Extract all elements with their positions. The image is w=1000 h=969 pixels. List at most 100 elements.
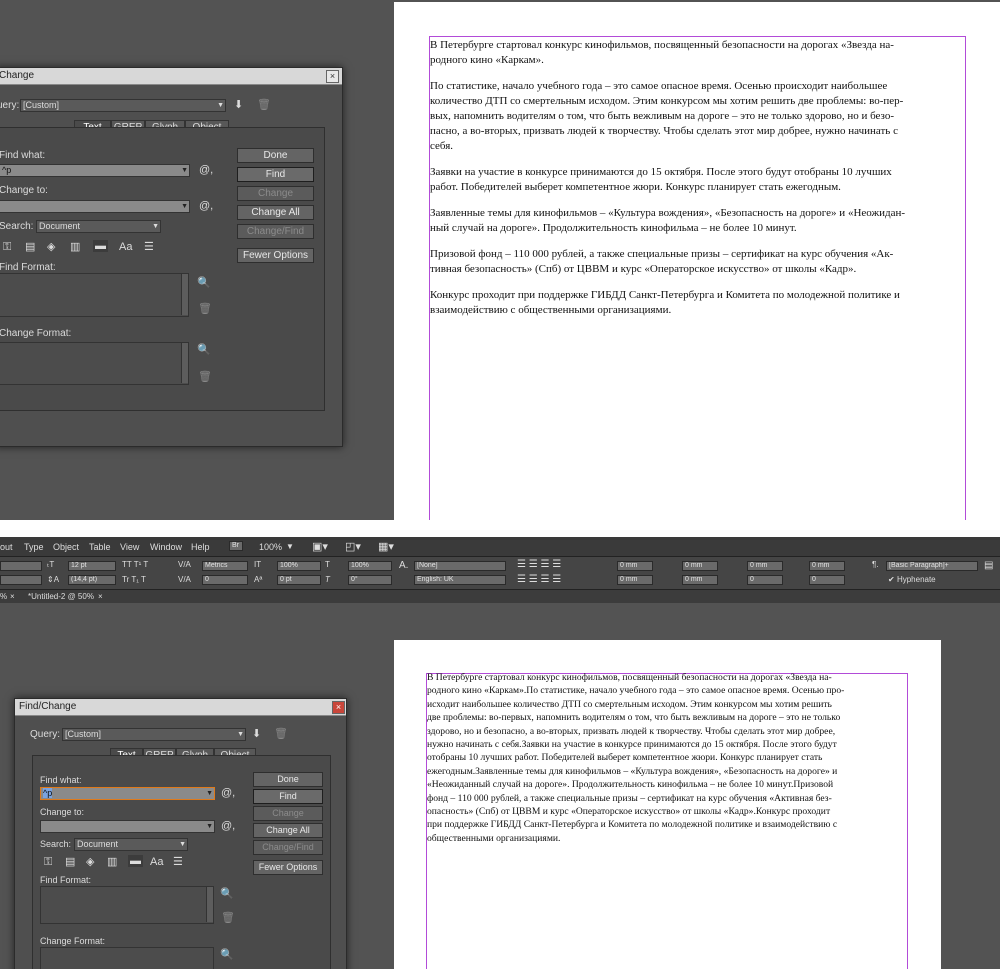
- save-query-icon[interactable]: ⬇: [252, 728, 261, 740]
- menu-item-layout[interactable]: out: [0, 542, 13, 552]
- menu-item-window[interactable]: Window: [150, 542, 182, 552]
- whole-word-icon[interactable]: ☰: [173, 856, 183, 868]
- clear-attributes-icon[interactable]: 🗑: [198, 371, 212, 383]
- font-size-field[interactable]: 12 pt: [68, 561, 116, 571]
- menu-item-view[interactable]: View: [120, 542, 139, 552]
- font-family-field[interactable]: [0, 575, 42, 585]
- language-field[interactable]: English: UK: [414, 575, 506, 585]
- case-sensitive-icon[interactable]: Aa: [119, 241, 132, 253]
- include-hidden-layers-icon[interactable]: ◈: [47, 241, 55, 253]
- whole-word-icon[interactable]: ☰: [144, 241, 154, 253]
- search-select[interactable]: Document ▼: [74, 838, 188, 851]
- case-sensitive-icon[interactable]: Aa: [150, 856, 163, 868]
- specify-attributes-icon[interactable]: 🔍: [197, 344, 211, 356]
- special-chars-icon[interactable]: @,: [221, 787, 235, 799]
- close-icon[interactable]: ×: [332, 701, 345, 714]
- include-locked-stories-icon[interactable]: ▤: [65, 856, 75, 868]
- change-button[interactable]: Change: [253, 806, 323, 821]
- chevron-down-icon[interactable]: ▼: [286, 542, 294, 551]
- query-select[interactable]: [Custom] ▼: [62, 728, 246, 741]
- close-icon[interactable]: ×: [326, 70, 339, 83]
- query-select[interactable]: [Custom] ▼: [20, 99, 226, 112]
- clear-attributes-icon[interactable]: 🗑: [198, 303, 212, 315]
- arrange-documents-icon[interactable]: ▦▾: [378, 540, 394, 553]
- change-all-button[interactable]: Change All: [253, 823, 323, 838]
- close-icon[interactable]: ×: [98, 592, 103, 601]
- view-options-icon[interactable]: ▣▾: [312, 540, 328, 553]
- menu-item-object[interactable]: Object: [53, 542, 79, 552]
- scrollbar[interactable]: [181, 274, 188, 315]
- drop-cap-chars-field[interactable]: 0: [809, 575, 845, 585]
- space-before-field[interactable]: 0 mm: [747, 561, 783, 571]
- clear-attributes-icon[interactable]: 🗑: [221, 912, 235, 924]
- horizontal-scale-field[interactable]: 100%: [348, 561, 392, 571]
- include-footnotes-icon[interactable]: ▬: [128, 855, 143, 867]
- find-button[interactable]: Find: [237, 167, 314, 182]
- find-what-input[interactable]: ^p ▼: [0, 164, 190, 177]
- delete-query-icon[interactable]: 🗑: [257, 99, 271, 111]
- change-to-input[interactable]: ▼: [40, 820, 215, 833]
- paragraph-style-field[interactable]: [Basic Paragraph]+: [886, 561, 978, 571]
- fewer-options-button[interactable]: Fewer Options: [253, 860, 323, 875]
- menu-item-table[interactable]: Table: [89, 542, 111, 552]
- bridge-button[interactable]: Br: [229, 541, 243, 551]
- character-style-field[interactable]: [None]: [414, 561, 506, 571]
- tab-untitled-2[interactable]: *Untitled-2 @ 50%: [28, 592, 94, 601]
- kerning-field[interactable]: Metrics: [202, 561, 248, 571]
- special-chars-icon[interactable]: @,: [199, 164, 213, 176]
- include-footnotes-icon[interactable]: ▬: [93, 240, 108, 252]
- skew-field[interactable]: 0°: [348, 575, 392, 585]
- align-left-icon[interactable]: ☰ ☰ ☰ ☰: [517, 559, 561, 570]
- change-all-button[interactable]: Change All: [237, 205, 314, 220]
- change-button[interactable]: Change: [237, 186, 314, 201]
- change-to-input[interactable]: ▼: [0, 200, 190, 213]
- specify-attributes-icon[interactable]: 🔍: [220, 949, 234, 961]
- menu-item-help[interactable]: Help: [191, 542, 210, 552]
- include-locked-layers-icon[interactable]: ⚿: [44, 856, 52, 868]
- scrollbar[interactable]: [206, 887, 213, 922]
- find-what-input[interactable]: ^p ▼: [40, 787, 215, 800]
- top-story-text[interactable]: В Петербурге стартовал конкурс кинофильм…: [430, 38, 964, 318]
- baseline-shift-field[interactable]: 0 pt: [277, 575, 321, 585]
- right-indent-field[interactable]: 0 mm: [682, 561, 718, 571]
- done-button[interactable]: Done: [237, 148, 314, 163]
- tab-previous-doc[interactable]: %: [0, 592, 7, 601]
- special-chars-icon[interactable]: @,: [221, 820, 235, 832]
- left-indent-field[interactable]: 0 mm: [617, 561, 653, 571]
- include-locked-layers-icon[interactable]: ⚿: [3, 241, 11, 253]
- include-hidden-layers-icon[interactable]: ◈: [86, 856, 94, 868]
- all-caps-icon[interactable]: TT T¹ T: [122, 560, 148, 569]
- font-style-field[interactable]: [0, 561, 42, 571]
- specify-attributes-icon[interactable]: 🔍: [220, 888, 234, 900]
- change-find-button[interactable]: Change/Find: [237, 224, 314, 239]
- include-master-pages-icon[interactable]: ▥: [107, 856, 117, 868]
- scrollbar[interactable]: [181, 343, 188, 383]
- panel-menu-icon[interactable]: ▤: [984, 560, 993, 571]
- find-button[interactable]: Find: [253, 789, 323, 804]
- include-master-pages-icon[interactable]: ▥: [70, 241, 80, 253]
- special-chars-icon[interactable]: @,: [199, 200, 213, 212]
- drop-cap-lines-field[interactable]: 0: [747, 575, 783, 585]
- small-caps-icon[interactable]: Tr T₁ T: [122, 575, 146, 584]
- close-icon[interactable]: ×: [10, 592, 15, 601]
- menu-item-type[interactable]: Type: [24, 542, 44, 552]
- specify-attributes-icon[interactable]: 🔍: [197, 277, 211, 289]
- justify-icon[interactable]: ☰ ☰ ☰ ☰: [517, 574, 561, 585]
- tracking-field[interactable]: 0: [202, 575, 248, 585]
- search-select[interactable]: Document ▼: [36, 220, 161, 233]
- screen-mode-icon[interactable]: ◰▾: [345, 540, 361, 553]
- hyphenate-checkbox[interactable]: ✔ Hyphenate: [888, 575, 936, 584]
- done-button[interactable]: Done: [253, 772, 323, 787]
- fewer-options-button[interactable]: Fewer Options: [237, 248, 314, 263]
- delete-query-icon[interactable]: 🗑: [274, 728, 288, 740]
- save-query-icon[interactable]: ⬇: [234, 99, 243, 111]
- vertical-scale-field[interactable]: 100%: [277, 561, 321, 571]
- zoom-level[interactable]: 100%: [259, 542, 282, 552]
- first-line-indent-field[interactable]: 0 mm: [617, 575, 653, 585]
- include-locked-stories-icon[interactable]: ▤: [25, 241, 35, 253]
- leading-field[interactable]: (14,4 pt): [68, 575, 116, 585]
- last-line-indent-field[interactable]: 0 mm: [682, 575, 718, 585]
- bottom-story-text[interactable]: В Петербурге стартовал конкурс кинофильм…: [427, 671, 909, 845]
- space-after-field[interactable]: 0 mm: [809, 561, 845, 571]
- change-find-button[interactable]: Change/Find: [253, 840, 323, 855]
